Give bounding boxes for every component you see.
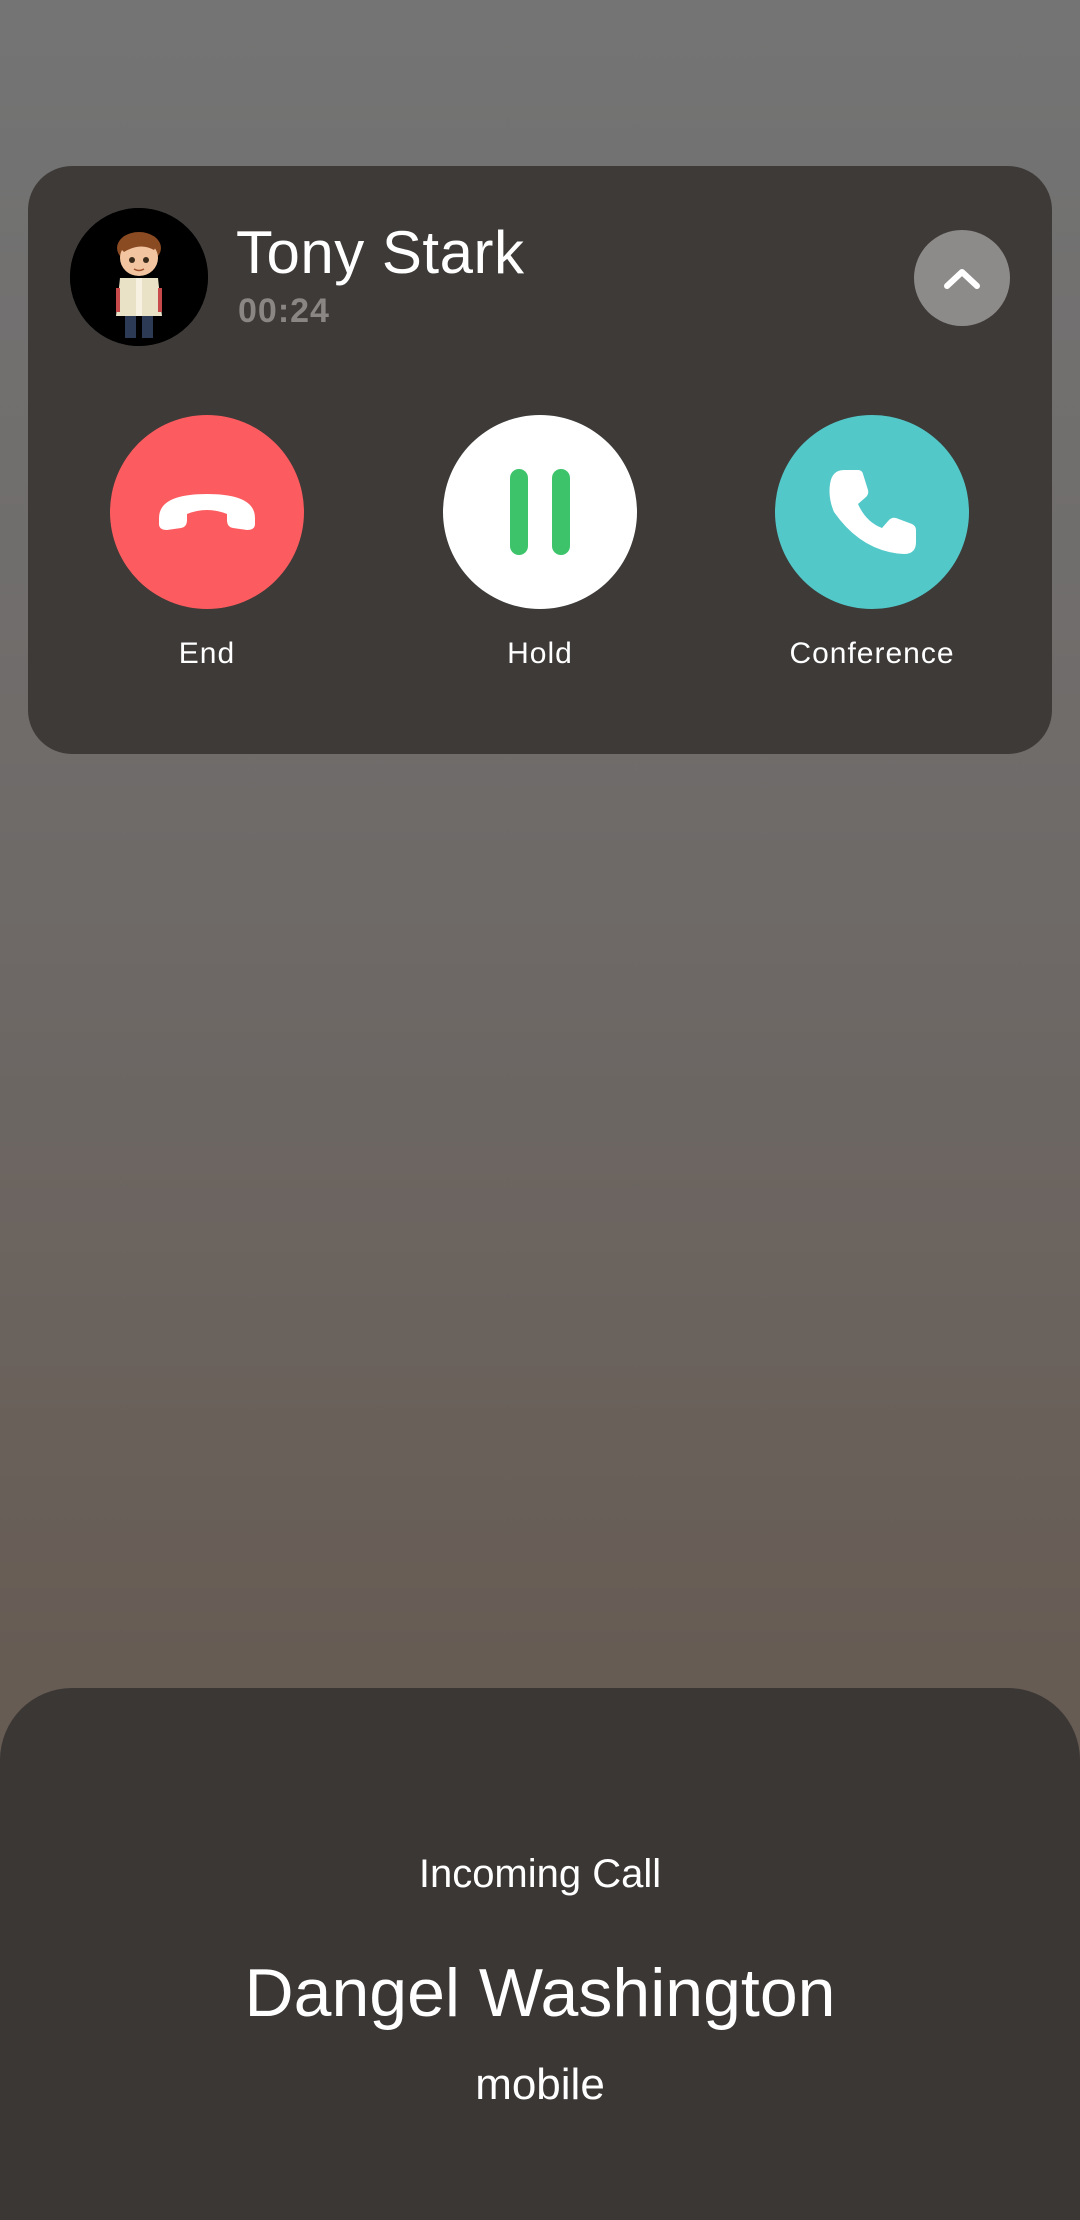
call-duration: 00:24	[238, 292, 330, 330]
cartoon-boy-avatar-icon	[70, 208, 208, 346]
incoming-number-type: mobile	[475, 2060, 605, 2109]
avatar	[70, 208, 208, 346]
end-call-label: End	[178, 637, 236, 670]
hold-label: Hold	[507, 637, 573, 670]
pause-icon	[510, 469, 570, 555]
hold-button[interactable]: Hold	[420, 415, 660, 671]
phone-hangup-icon	[159, 494, 255, 530]
end-call-button[interactable]: End	[87, 415, 327, 671]
active-caller-name: Tony Stark	[236, 219, 525, 286]
hold-circle[interactable]	[443, 415, 637, 609]
incoming-caller-name: Dangel Washington	[244, 1955, 836, 2031]
active-call-card: Tony Stark 00:24 End Hold Conference	[28, 166, 1052, 754]
incoming-call-sheet[interactable]: Incoming Call Dangel Washington mobile	[0, 1688, 1080, 2220]
chevron-up-icon	[944, 269, 980, 289]
conference-circle[interactable]	[775, 415, 969, 609]
conference-button[interactable]: Conference	[752, 415, 992, 671]
collapse-button[interactable]	[914, 230, 1010, 326]
incoming-call-label: Incoming Call	[418, 1852, 662, 1896]
phone-icon	[829, 470, 916, 554]
end-call-circle[interactable]	[110, 415, 304, 609]
conference-label: Conference	[789, 637, 955, 670]
